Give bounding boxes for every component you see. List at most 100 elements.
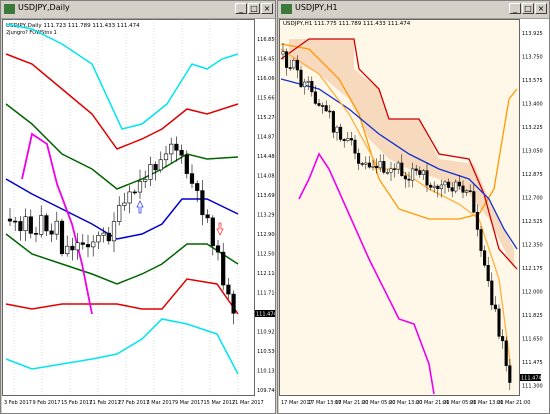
candle-body: [143, 179, 148, 182]
candle-body: [127, 191, 132, 204]
candle-body: [18, 221, 23, 232]
candle-body: [13, 220, 18, 223]
left-window-title: USDJPY,Daily: [18, 3, 70, 12]
price-axis-label: 113.750: [522, 55, 543, 61]
candle-body: [65, 245, 70, 255]
candle-body: [210, 217, 215, 247]
candle-body: [375, 165, 379, 169]
price-axis-label: 112.900: [257, 232, 275, 238]
candle-body: [483, 250, 487, 266]
candle-body: [382, 161, 386, 173]
candle-body: [137, 181, 143, 193]
price-axis-label: 111.650: [522, 337, 543, 343]
price-axis-label: 112.000: [522, 290, 543, 296]
candle-body: [346, 138, 350, 141]
candle-body: [501, 336, 505, 342]
date-axis-label: 9 Mar 2017: [175, 400, 204, 406]
candle-body: [457, 181, 461, 187]
price-axis-label: 112.350: [522, 243, 543, 249]
left-chart-canvas[interactable]: 116.850 116.455 116.060 115.665 115.270 114.8…: [2, 19, 275, 413]
candle-body: [299, 69, 303, 88]
candle-body: [70, 245, 75, 251]
candle-body: [393, 168, 397, 170]
candle-body: [385, 172, 389, 174]
date-axis-label: 21 Mar 2017: [232, 400, 264, 406]
candle-body: [497, 308, 501, 337]
indicator-info: 2Jungro? FOWStns 1: [6, 30, 57, 36]
candle-body: [335, 126, 339, 133]
price-axis-label: 112.175: [522, 266, 543, 272]
maximize-button[interactable]: □: [522, 3, 534, 14]
candle-body: [288, 67, 292, 69]
price-axis-label: 113.295: [257, 213, 275, 219]
candle-body: [49, 230, 54, 235]
candle-body: [189, 173, 195, 184]
date-axis-label: 27 Feb 2017: [118, 400, 149, 406]
minimize-button[interactable]: _: [509, 3, 521, 14]
candle-body: [153, 164, 158, 171]
minimize-button[interactable]: _: [235, 3, 247, 14]
candle-body: [331, 111, 335, 133]
date-axis-label: 3 Mar 2017: [147, 400, 176, 406]
close-button[interactable]: ×: [535, 3, 547, 14]
candle-body: [324, 105, 328, 112]
candle-body: [281, 51, 285, 55]
candle-body: [425, 170, 429, 186]
candle-body: [389, 168, 393, 173]
candle-body: [205, 214, 210, 219]
price-axis-label: 116.060: [257, 76, 275, 82]
candle-body: [148, 164, 153, 180]
price-axis-label: 116.850: [257, 37, 275, 43]
price-axis-label: 111.715: [257, 291, 275, 297]
candle-body: [59, 220, 65, 255]
left-titlebar[interactable]: USDJPY,Daily _ □ ×: [1, 1, 275, 19]
price-axis-label: 112.525: [522, 219, 543, 225]
candle-body: [504, 340, 508, 366]
chart-icon: [4, 4, 15, 14]
price-axis-label: 113.225: [522, 125, 543, 131]
candle-body: [432, 185, 436, 188]
price-axis-label: 115.665: [257, 96, 275, 102]
candle-body: [461, 185, 465, 193]
candle-body: [101, 232, 106, 236]
left-chart-window[interactable]: USDJPY,Daily _ □ × 116.850 116.455 116.060…: [0, 0, 276, 414]
candle-body: [421, 170, 425, 175]
candle-body: [195, 183, 200, 191]
price-axis-label: 113.575: [522, 78, 543, 84]
maximize-button[interactable]: □: [248, 3, 260, 14]
close-button[interactable]: ×: [261, 3, 273, 14]
candle-body: [200, 190, 205, 216]
right-chart-window[interactable]: USDJPY,H1 _ □ × 113.925 113.750 113.575 113…: [277, 0, 550, 414]
candle-body: [96, 235, 101, 243]
candle-body: [75, 242, 80, 251]
price-axis-label: 115.270: [257, 115, 275, 121]
candle-body: [479, 229, 483, 251]
candle-body: [414, 168, 418, 171]
candle-body: [106, 232, 111, 242]
right-chart-canvas[interactable]: 113.925 113.750 113.575 113.400 113.225 113.0…: [279, 19, 549, 413]
candle-body: [454, 181, 458, 192]
candle-body: [221, 251, 226, 286]
candle-body: [439, 184, 443, 190]
candle-body: [349, 138, 353, 141]
candle-body: [411, 168, 415, 181]
candle-body: [443, 181, 447, 186]
price-axis-label: 110.530: [257, 349, 275, 355]
price-axis-label: 112.700: [522, 196, 543, 202]
price-axis-label: 113.050: [522, 149, 543, 155]
candle-body: [306, 80, 310, 83]
right-titlebar[interactable]: USDJPY,H1 _ □ ×: [278, 1, 549, 19]
date-axis-label: 15 Mar 2017: [204, 400, 236, 406]
candle-body: [493, 304, 497, 310]
candle-body: [174, 143, 179, 151]
candle-body: [313, 91, 317, 104]
candle-body: [418, 170, 422, 175]
price-axis-label: 111.825: [522, 313, 543, 319]
candle-body: [436, 185, 440, 190]
candle-body: [353, 139, 357, 154]
candle-body: [179, 149, 184, 156]
price-axis-label: 111.475: [522, 360, 543, 366]
candle-body: [33, 233, 39, 235]
price-axis-label: 113.400: [522, 102, 543, 108]
price-axis-label: 114.875: [257, 135, 275, 141]
